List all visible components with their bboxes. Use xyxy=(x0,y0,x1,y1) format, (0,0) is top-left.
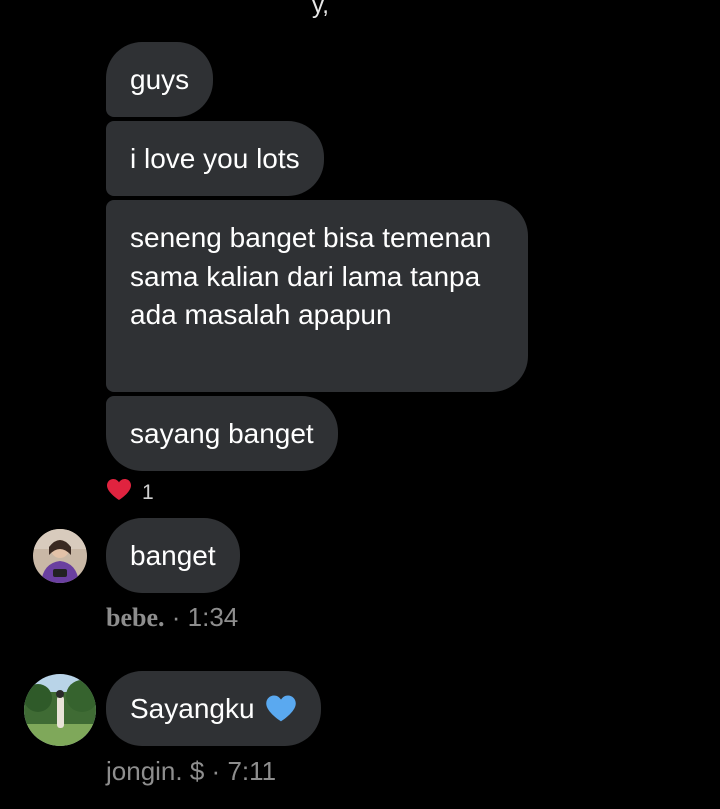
message-text: seneng banget bisa temenan sama kalian d… xyxy=(130,222,492,330)
avatar[interactable] xyxy=(33,529,87,583)
sender-name[interactable]: jongin. $ xyxy=(106,756,204,786)
message-meta: bebe. · 1:34 xyxy=(106,602,238,633)
separator: · xyxy=(211,756,221,786)
avatar[interactable] xyxy=(24,674,96,746)
message-bubble[interactable]: guys xyxy=(106,42,214,117)
message-bubble[interactable]: sayang banget xyxy=(106,396,338,471)
reaction[interactable]: 1 xyxy=(106,478,154,507)
reaction-count: 1 xyxy=(142,480,154,504)
heart-icon xyxy=(106,478,132,507)
sender-name[interactable]: bebe. xyxy=(106,603,165,632)
timestamp: 1:34 xyxy=(187,602,239,632)
message-bubble[interactable]: seneng banget bisa temenan sama kalian d… xyxy=(106,200,528,392)
message-text: guys xyxy=(130,64,190,95)
separator: · xyxy=(171,602,181,632)
message-text: i love you lots xyxy=(130,143,300,174)
message-text: banget xyxy=(130,540,216,571)
message-bubble[interactable]: Sayangku xyxy=(106,671,321,746)
message-meta: jongin. $ · 7:11 xyxy=(106,756,276,787)
message-text: sayang banget xyxy=(130,418,314,449)
message-bubble[interactable]: banget xyxy=(106,518,240,593)
timestamp: 7:11 xyxy=(227,756,277,786)
message-bubble[interactable]: i love you lots xyxy=(106,121,324,196)
previous-message-fragment: y, xyxy=(312,0,329,19)
message-text: Sayangku xyxy=(130,693,255,724)
blue-heart-icon xyxy=(265,694,297,724)
